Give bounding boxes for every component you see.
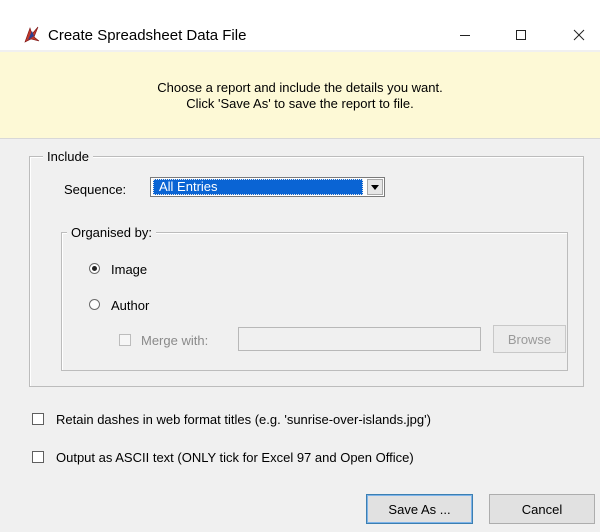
retain-dashes-checkbox[interactable] (32, 413, 44, 425)
cancel-button[interactable]: Cancel (489, 494, 595, 524)
ascii-text-label: Output as ASCII text (ONLY tick for Exce… (56, 450, 414, 465)
info-banner: Choose a report and include the details … (0, 52, 600, 138)
banner-line-1: Choose a report and include the details … (157, 80, 443, 95)
ascii-text-checkbox[interactable] (32, 451, 44, 463)
organised-by-legend: Organised by: (67, 225, 156, 240)
banner-separator (0, 138, 600, 139)
radio-image-label: Image (111, 262, 148, 277)
merge-with-label: Merge with: (141, 333, 209, 348)
dialog-window: Create Spreadsheet Data File Choose a re… (0, 0, 600, 532)
radio-author-label: Author (111, 298, 150, 313)
dropdown-arrow-icon[interactable] (367, 179, 383, 195)
merge-with-field[interactable] (238, 327, 481, 351)
sequence-selected-value: All Entries (153, 179, 363, 195)
radio-author[interactable] (89, 299, 100, 310)
maximize-icon[interactable] (508, 22, 534, 48)
radio-image[interactable] (89, 263, 100, 274)
banner-line-2: Click 'Save As' to save the report to fi… (186, 96, 414, 111)
save-as-button[interactable]: Save As ... (366, 494, 473, 524)
window-title: Create Spreadsheet Data File (48, 27, 247, 44)
merge-with-checkbox[interactable] (119, 334, 131, 346)
title-bar[interactable]: Create Spreadsheet Data File (0, 0, 600, 50)
app-icon (22, 25, 42, 45)
minimize-icon[interactable] (452, 22, 478, 48)
close-icon[interactable] (566, 22, 592, 48)
sequence-dropdown[interactable]: All Entries (150, 177, 385, 197)
sequence-label: Sequence: (64, 182, 127, 197)
include-legend: Include (43, 149, 93, 164)
browse-button[interactable]: Browse (493, 325, 566, 353)
retain-dashes-label: Retain dashes in web format titles (e.g.… (56, 412, 431, 427)
